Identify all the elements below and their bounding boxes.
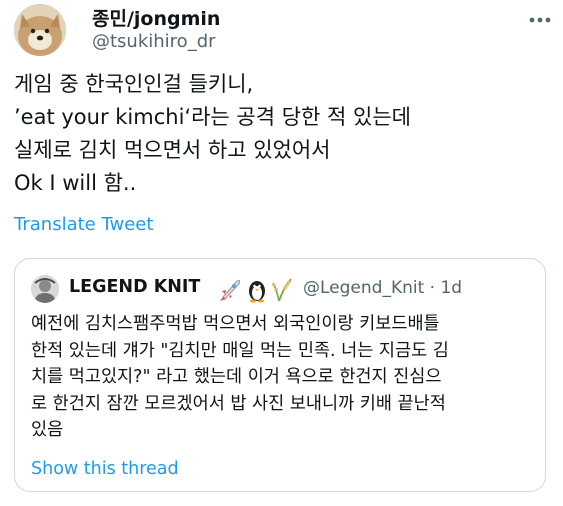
- quote-text-line: 로 한건지 잠깐 모르겠어서 밥 사진 보내니까 키배 끝난적: [31, 393, 446, 414]
- quote-handle-time[interactable]: @Legend_Knit · 1d: [303, 278, 462, 298]
- quote-text-line: 치를 먹고있지?" 라고 했는데 이거 욕으로 한건지 진심으: [31, 367, 442, 387]
- rocket-icon: [220, 279, 241, 301]
- rice-plant-icon: [272, 278, 292, 302]
- show-thread-link[interactable]: Show this thread: [31, 459, 179, 479]
- quote-text: 예전에 김치스팸주먹밥 먹으면서 외국인이랑 키보드배틀 한적 있는데 걔가 "…: [31, 311, 535, 444]
- quote-avatar[interactable]: [31, 275, 59, 303]
- tweet-text-line: 실제로 김치 먹으면서 하고 있었어서: [14, 138, 331, 162]
- tweet-text: 게임 중 한국인인걸 들키니, ’eat your kimchi‘라는 공격 당…: [14, 68, 554, 200]
- more-dots-icon[interactable]: [526, 8, 554, 32]
- translate-tweet-link[interactable]: Translate Tweet: [14, 214, 153, 235]
- quote-text-line: 한적 있는데 걔가 "김치만 매일 먹는 민족. 너는 지금도 김: [31, 340, 449, 361]
- tweet-text-line: Ok I will 함..: [14, 171, 137, 195]
- user-handle[interactable]: @tsukihiro_dr: [92, 31, 216, 52]
- tweet-text-line: 게임 중 한국인인걸 들키니,: [14, 72, 254, 96]
- quote-name-emojis: [217, 275, 301, 303]
- tweet-text-line: ’eat your kimchi‘라는 공격 당한 적 있는데: [14, 105, 411, 129]
- quote-text-line: 있음: [31, 420, 64, 440]
- display-name[interactable]: 종민/jongmin: [92, 4, 220, 31]
- penguin-icon: [249, 281, 265, 303]
- quote-text-line: 예전에 김치스팸주먹밥 먹으면서 외국인이랑 키보드배틀: [31, 314, 440, 334]
- quoted-tweet-card[interactable]: LEGEND KNIT @Legend_Knit · 1d 예전에 김치스팸주먹…: [14, 258, 546, 492]
- quote-display-name[interactable]: LEGEND KNIT: [69, 277, 200, 297]
- avatar[interactable]: [14, 4, 66, 56]
- tweet-header: 종민/jongmin @tsukihiro_dr: [0, 0, 563, 64]
